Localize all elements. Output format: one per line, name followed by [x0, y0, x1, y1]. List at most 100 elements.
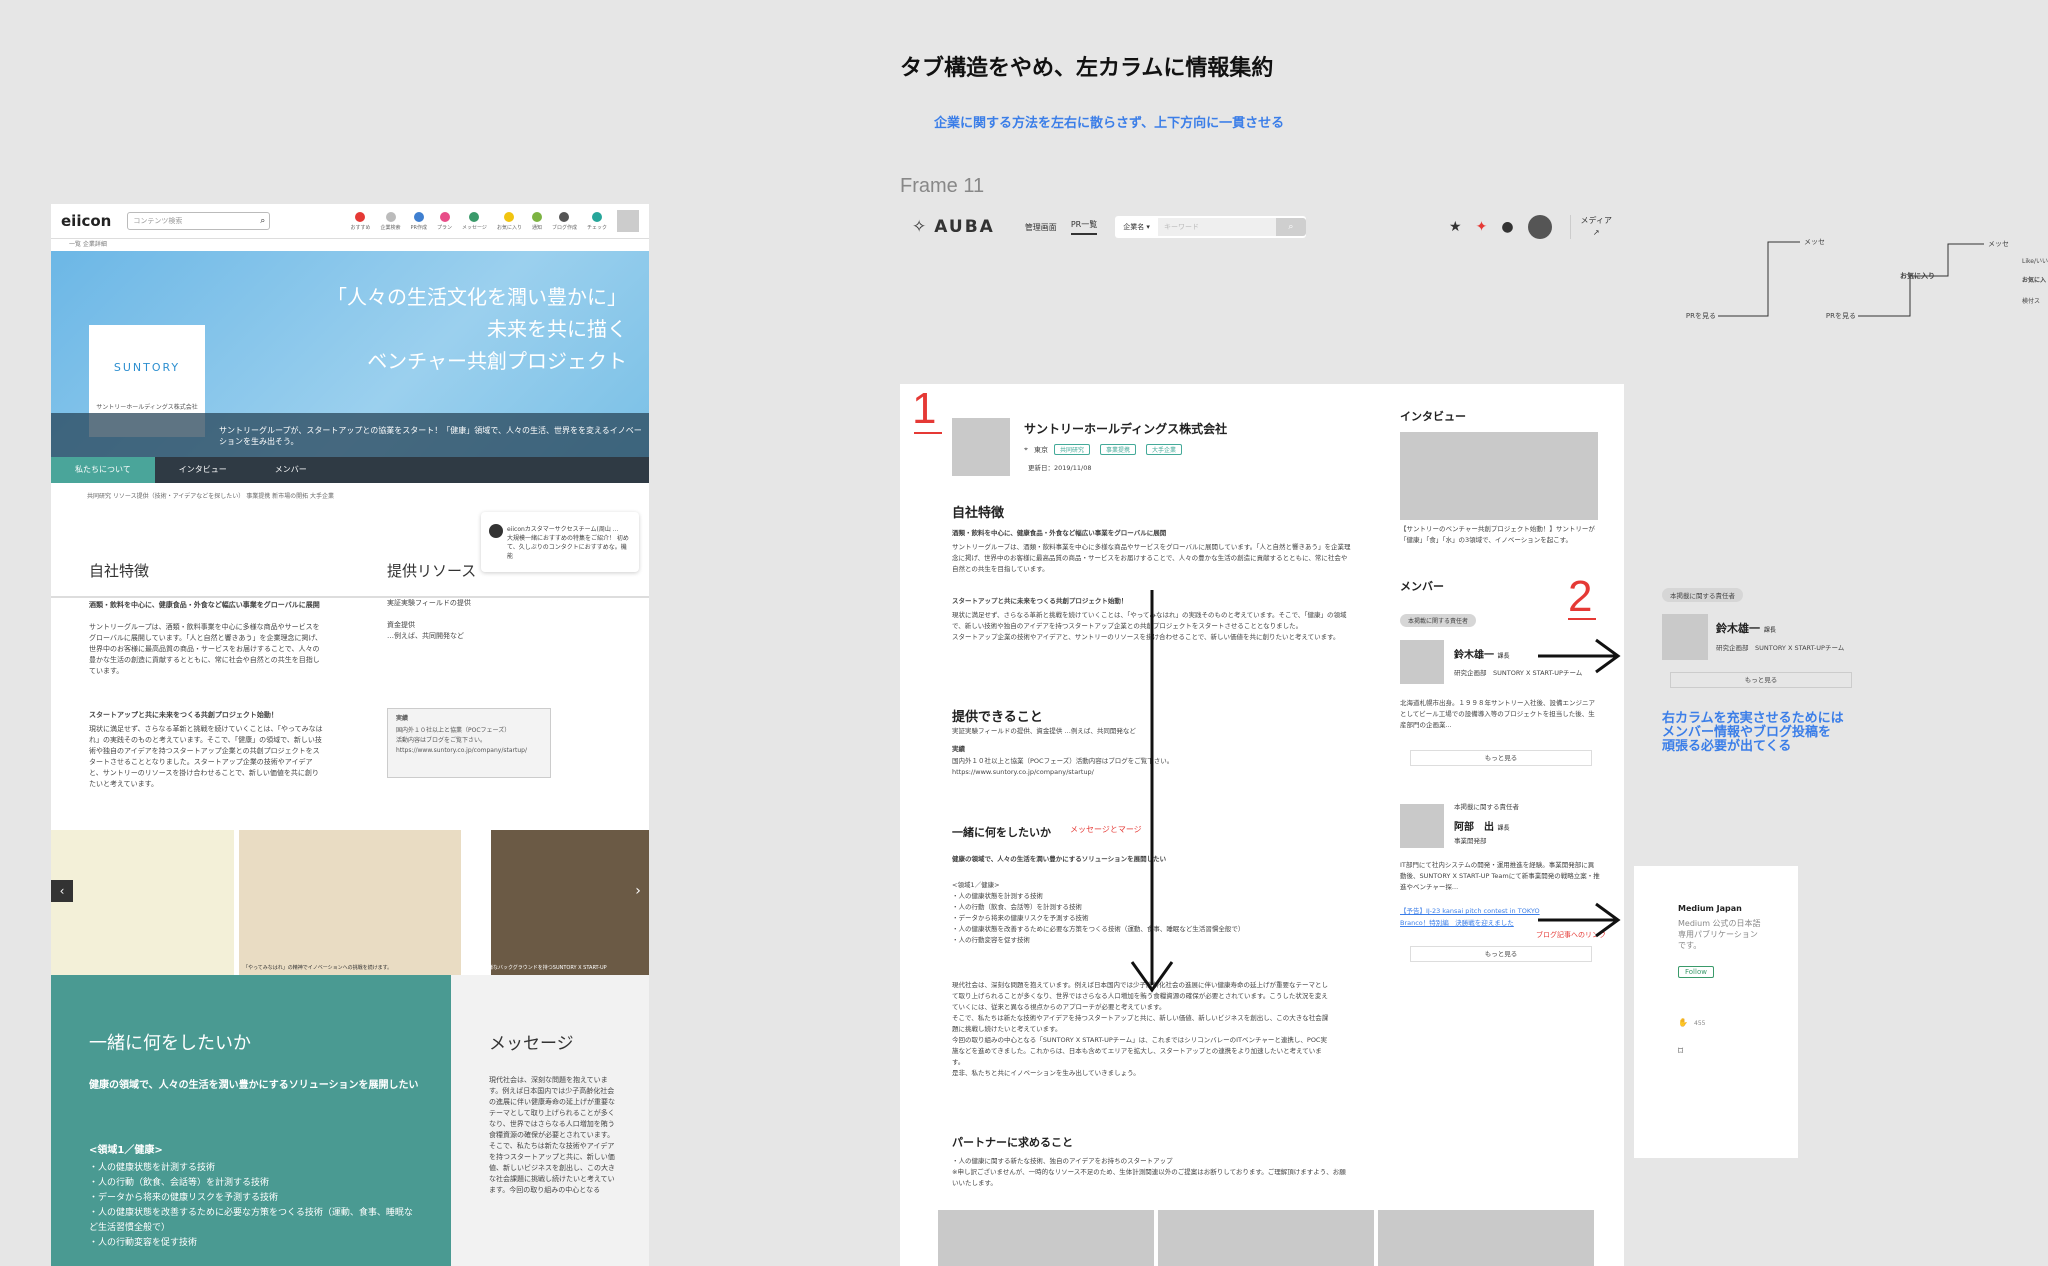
check-icon[interactable]: チェック: [587, 211, 607, 231]
member2-blog-link-2[interactable]: Branco！特別編 決勝戦を迎えました: [1400, 918, 1514, 929]
member-badge: 本掲載に関する責任者: [1400, 614, 1477, 627]
gallery-image-wall: 「やってみなはれ」の精神でイノベーションへの挑戦を続けます。: [239, 830, 461, 975]
want-list: ・人の健康状態を計測する技術 ・人の行動（飲食、会話等）を計測する技術 ・データ…: [89, 1163, 413, 1248]
member1-org: 研究企画部 SUNTORY X START-UPチーム: [1454, 669, 1583, 677]
want-message: 現代社会は、深刻な問題を抱えています。例えば日本国内では少子高齢化社会の進展に伴…: [952, 981, 1329, 1077]
follow-button[interactable]: Follow: [1678, 966, 1714, 978]
medium-card: Medium Japan Medium 公式の日本語専用パブリケーションです。 …: [1634, 866, 1798, 1158]
member2-avatar[interactable]: [1400, 804, 1444, 848]
chip-business-partner: 事業提携: [1099, 444, 1136, 455]
annotation-underline-2: [1568, 618, 1596, 620]
tab-about[interactable]: 私たちについて: [51, 457, 155, 483]
feature-heading-2: スタートアップと共に未来をつくる共創プロジェクト始動！: [89, 711, 278, 719]
company-logo-placeholder: [952, 418, 1010, 476]
section-provide: 提供できること: [952, 710, 1043, 725]
hero-description: サントリーグループが、スタートアップとの協業をスタート！「健康」領域で、人々の生…: [51, 413, 649, 457]
member1-more-button[interactable]: もっと見る: [1410, 750, 1592, 766]
member2-name[interactable]: 阿部 出 課長: [1454, 818, 1510, 833]
chat-icon[interactable]: ●: [1501, 219, 1513, 235]
pr-create-icon[interactable]: PR作成: [411, 211, 427, 231]
avatar[interactable]: [617, 210, 639, 232]
company-name: サントリーホールディングス株式会社: [96, 404, 198, 411]
notification-popup[interactable]: eiiconカスタマーサクセスチーム(周山 ... 大規模一緒におすすめの特集を…: [481, 512, 639, 572]
want-title: 一緒に何をしたいか: [89, 1033, 251, 1054]
nav-pr-list[interactable]: PR一覧: [1070, 219, 1098, 235]
favorite-icon[interactable]: お気に入り: [497, 211, 522, 231]
section-title-resource: 提供リソース: [387, 562, 477, 580]
flow-label-pr-1: PRを見る: [1685, 312, 1716, 320]
annotation-underline-1: [914, 432, 942, 434]
search-button[interactable]: ⌕: [1275, 218, 1306, 236]
side-interview-title: インタビュー: [1400, 410, 1466, 423]
partner-body: ・人の健康に関する新たな技術、独自のアイデアをお持ちのスタートアップ ※申し訳ご…: [952, 1157, 1346, 1187]
cover-image-placeholder: [900, 250, 1624, 384]
eiicon-search-input[interactable]: コンテンツ検索 ⌕: [127, 212, 271, 230]
tab-interview[interactable]: インタビュー: [155, 457, 251, 483]
bookmark-icon[interactable]: ⌑: [1678, 1046, 1683, 1057]
notification-icon[interactable]: 通知: [531, 211, 542, 231]
breadcrumb[interactable]: 一覧 企業詳細: [51, 239, 649, 251]
eiicon-logo[interactable]: eiicon: [61, 212, 111, 230]
auba-logo[interactable]: ✧ AUBA: [912, 217, 995, 237]
star-icon[interactable]: ★: [1449, 219, 1462, 235]
member1-name[interactable]: 鈴木雄一 課長: [1454, 646, 1510, 661]
member2-blog-link-1[interactable]: 【予告】IJ-23 kansai pitch contest in TOKYO: [1400, 906, 1540, 917]
member1-avatar[interactable]: [1400, 640, 1444, 684]
provide-result-title: 実績: [952, 745, 965, 753]
flow-label-pr-2: PRを見る: [1825, 312, 1856, 320]
bottom-card-3[interactable]: [1378, 1210, 1594, 1266]
member1-bio: 北海道札幌市出身。１９９８年サントリー入社後、設備エンジニアとしてビール工場での…: [1400, 699, 1595, 729]
section-title-feature: 自社特徴: [89, 562, 150, 580]
clap-icon[interactable]: ✋: [1678, 1018, 1688, 1027]
company-name: サントリーホールディングス株式会社: [1024, 422, 1228, 436]
search-type-select[interactable]: 企業名 ▾: [1115, 222, 1158, 232]
recommend-icon[interactable]: おすすめ: [350, 211, 371, 231]
plan-icon[interactable]: プラン: [437, 211, 452, 231]
feature-heading-2: スタートアップと共に未来をつくる共創プロジェクト始動！: [952, 597, 1128, 605]
auba-search: 企業名 ▾ キーワード ⌕: [1115, 216, 1306, 238]
frame-label[interactable]: Frame 11: [900, 175, 984, 198]
feature-heading: 酒類・飲料を中心に、健康食品・外食など幅広い事業をグローバルに展開: [89, 601, 320, 609]
canvas-heading: タブ構造をやめ、左カラムに情報集約: [900, 56, 1274, 81]
right-member-avatar[interactable]: [1662, 614, 1708, 660]
keyword-input[interactable]: キーワード: [1157, 218, 1276, 236]
medium-title[interactable]: Medium Japan: [1678, 904, 1742, 913]
tab-member[interactable]: メンバー: [251, 457, 331, 483]
bottom-card-1[interactable]: [938, 1210, 1154, 1266]
message-section: メッセージ 現代社会は、深刻な問題を抱えています。例えば日本国内では少子高齢化社…: [451, 975, 649, 1266]
search-icon[interactable]: ⌕: [260, 216, 269, 226]
avatar[interactable]: [1527, 215, 1552, 239]
section-want: 一緒に何をしたいか: [952, 826, 1051, 839]
company-meta: ⌖ 東京 共同研究 事業提携 大手企業: [1024, 444, 1186, 455]
member2-more-button[interactable]: もっと見る: [1410, 946, 1592, 962]
message-icon[interactable]: メッセージ: [462, 211, 487, 231]
search-placeholder: コンテンツ検索: [133, 217, 183, 225]
member2-badge: 本掲載に関する責任者: [1454, 803, 1519, 811]
gallery-prev-button[interactable]: ‹: [51, 880, 73, 902]
chip-joint-research: 共同研究: [1053, 444, 1090, 455]
suntory-logo: SUNTORY: [113, 361, 181, 374]
company-search-icon[interactable]: 企業検索: [381, 211, 401, 231]
right-member-name[interactable]: 鈴木雄一 課長: [1716, 620, 1776, 636]
auba-navbar: ✧ AUBA 管理画面 PR一覧 企業名 ▾ キーワード ⌕ ★ ✦ ● メディア…: [900, 204, 1624, 250]
chip-large-company: 大手企業: [1145, 444, 1182, 455]
provide-result: 国内外１０社以上と協業（POCフェーズ）活動内容はブログをご覧下さい。 http…: [952, 757, 1174, 776]
updated-date: 更新日：2019/11/08: [1028, 464, 1092, 472]
resource-body: 実証実験フィールドの提供 資金提供 …例えば、共同開発など: [387, 599, 471, 640]
hero-text: 「人々の生活文化を潤い豊かに」 未来を共に描く ベンチャー共創プロジェクト: [327, 285, 627, 373]
blog-create-icon[interactable]: ブログ作成: [552, 211, 577, 231]
media-link[interactable]: メディア ↗: [1569, 215, 1612, 239]
right-member-org: 研究企画部 SUNTORY X START-UPチーム: [1716, 644, 1845, 652]
interview-thumbnail[interactable]: [1400, 432, 1598, 520]
section-partner: パートナーに求めること: [952, 1136, 1073, 1149]
bottom-card-2[interactable]: [1158, 1210, 1374, 1266]
result-box: 実績 国内外１０社以上と協業（POCフェーズ） 活動内容はブログをご覧下さい。 …: [387, 708, 551, 778]
right-more-button[interactable]: もっと見る: [1670, 672, 1852, 688]
pin-icon[interactable]: ✦: [1476, 219, 1488, 235]
gallery-next-button[interactable]: ›: [627, 880, 649, 902]
flow-label-message-2: メッセ: [1988, 240, 2009, 248]
nav-admin[interactable]: 管理画面: [1025, 222, 1057, 233]
gallery-image-diagram: [51, 830, 234, 975]
flow-label-like: Like/いい: [2022, 258, 2048, 265]
interview-caption[interactable]: 【サントリーのベンチャー共創プロジェクト始動！】サントリーが「健康」「食」「水」…: [1400, 524, 1600, 546]
